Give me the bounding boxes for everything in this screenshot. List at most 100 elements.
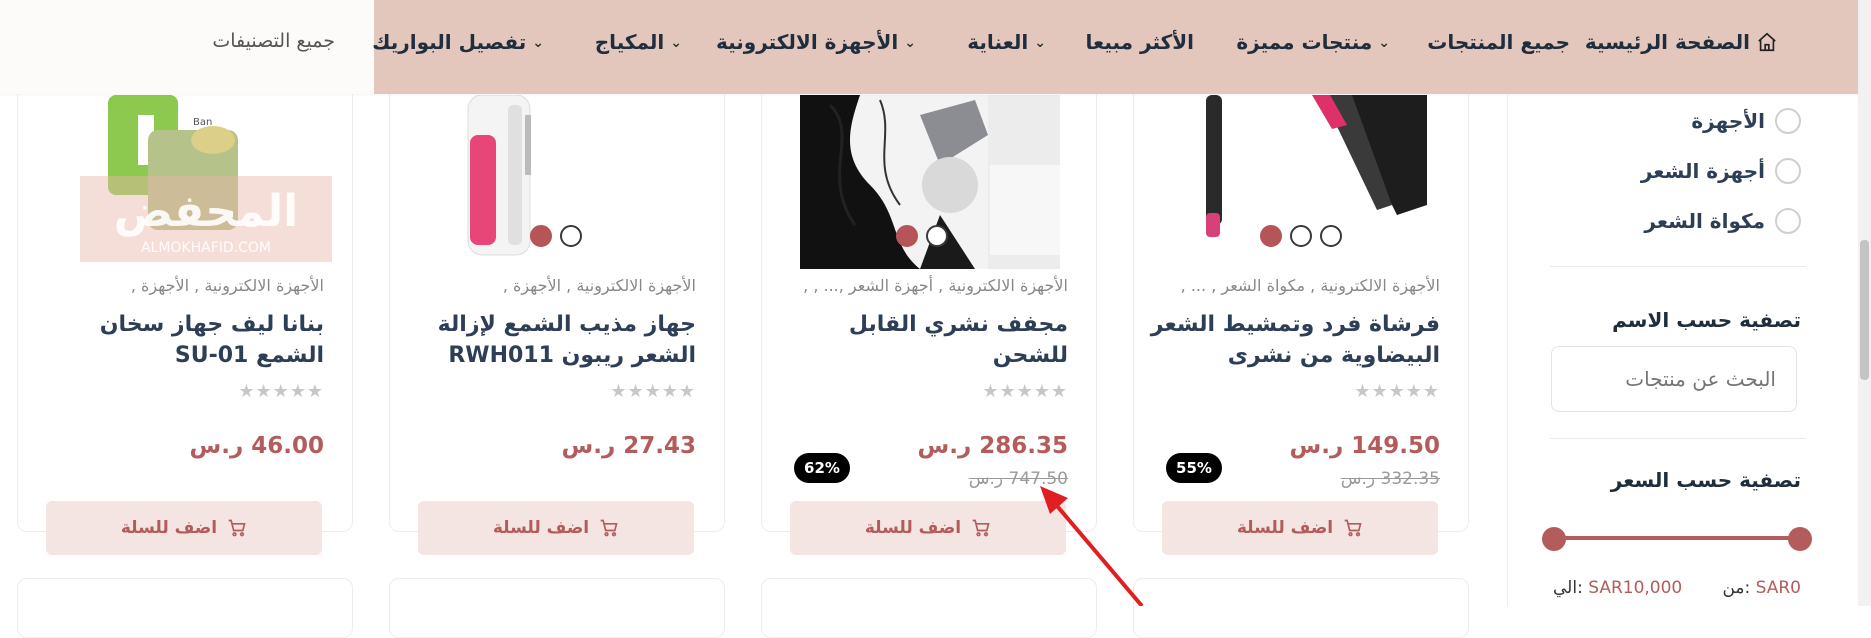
add-to-cart-label: اضف للسلة [120, 518, 218, 538]
filter-sidebar: الأجهزة أجهزة الشعر مكواة الشعر تصفية حس… [1507, 94, 1843, 606]
scrollbar-thumb[interactable] [1860, 240, 1869, 380]
color-swatch[interactable] [1320, 225, 1342, 247]
product-categories[interactable]: الأجهزة الالكترونية , أجهزة الشعر ,... ,… [803, 276, 1068, 295]
nav-featured[interactable]: منتجات مميزة ⌄ [1236, 30, 1390, 54]
product-categories[interactable]: الأجهزة الالكترونية , مكواة الشعر , ... … [1181, 276, 1440, 295]
filter-option-label: الأجهزة [1691, 109, 1765, 133]
product-categories[interactable]: الأجهزة الالكترونية , الأجهزة , [131, 276, 324, 295]
product-price: 286.35 ر.س [917, 433, 1069, 459]
radio-button[interactable] [1775, 208, 1801, 234]
nav-home[interactable]: الصفحة الرئيسية [1585, 30, 1778, 54]
product-card[interactable]: الأجهزة الالكترونية , الأجهزة , جهاز مذي… [389, 50, 725, 555]
svg-text:Ban: Ban [193, 117, 212, 128]
filter-option-devices[interactable]: الأجهزة [1691, 108, 1801, 134]
nav-home-label: الصفحة الرئيسية [1584, 30, 1750, 54]
color-swatch[interactable] [896, 225, 918, 247]
product-search-input[interactable] [1551, 346, 1797, 412]
nav-electronics[interactable]: الأجهزة الالكترونية ⌄ [716, 30, 916, 54]
product-card[interactable]: الأجهزة الالكترونية , أجهزة الشعر ,... ,… [761, 50, 1097, 555]
rating-stars: ★★★★★ [982, 381, 1068, 402]
nav-care[interactable]: العناية ⌄ [967, 30, 1046, 54]
filter-option-label: أجهزة الشعر [1640, 159, 1765, 183]
add-to-cart-label: اضف للسلة [1236, 518, 1334, 538]
price-to-label: الي: [1553, 578, 1583, 598]
color-swatch[interactable] [926, 225, 948, 247]
filter-by-price-heading: تصفية حسب السعر [1610, 468, 1801, 492]
cart-icon [972, 519, 990, 537]
filter-option-label: مكواة الشعر [1644, 209, 1765, 233]
cart-icon [600, 519, 618, 537]
cart-icon [1344, 519, 1362, 537]
product-price: 27.43 ر.س [561, 433, 697, 459]
top-navigation: جميع التصنيفات الصفحة الرئيسية جميع المن… [0, 0, 1858, 94]
rating-stars: ★★★★★ [610, 381, 696, 402]
nav-care-label: العناية [967, 30, 1029, 54]
divider [1550, 438, 1806, 439]
price-range-max-handle[interactable] [1788, 527, 1812, 551]
nav-best-selling[interactable]: الأكثر مبيعا [1086, 30, 1194, 54]
radio-button[interactable] [1775, 108, 1801, 134]
color-swatch[interactable] [530, 225, 552, 247]
add-to-cart-label: اضف للسلة [864, 518, 962, 538]
annotation-arrow-icon [1040, 486, 1144, 606]
svg-text:ALMOKHAFID.COM: ALMOKHAFID.COM [141, 240, 271, 256]
product-card-partial[interactable] [389, 578, 725, 638]
chevron-down-icon: ⌄ [532, 35, 544, 51]
nav-wig-detailing-label: تفصيل البواريك [372, 30, 527, 54]
home-icon [1758, 32, 1776, 52]
nav-all-products[interactable]: جميع المنتجات [1427, 30, 1570, 54]
nav-electronics-label: الأجهزة الالكترونية [715, 30, 899, 54]
add-to-cart-button[interactable]: اضف للسلة [790, 501, 1066, 555]
discount-badge: 55% [1166, 453, 1222, 483]
nav-wig-detailing[interactable]: تفصيل البواريك ⌄ [372, 30, 544, 54]
product-image[interactable] [1172, 95, 1430, 245]
price-to-value: SAR10,000 [1588, 578, 1683, 598]
price-from: من: SAR0 [1722, 578, 1801, 598]
add-to-cart-button[interactable]: اضف للسلة [46, 501, 322, 555]
product-card[interactable]: الأجهزة الالكترونية , مكواة الشعر , ... … [1133, 50, 1469, 555]
color-swatches [896, 225, 948, 247]
rating-stars: ★★★★★ [238, 381, 324, 402]
product-price: 149.50 ر.س [1289, 433, 1441, 459]
product-categories[interactable]: الأجهزة الالكترونية , الأجهزة , [503, 276, 696, 295]
divider [1550, 266, 1806, 267]
price-range-track[interactable] [1554, 536, 1800, 540]
product-old-price: 332.35 ر.س [1340, 469, 1440, 489]
add-to-cart-label: اضف للسلة [492, 518, 590, 538]
color-swatches [530, 225, 582, 247]
nav-featured-label: منتجات مميزة [1236, 30, 1373, 54]
product-title[interactable]: مجفف نشري القابل للشحن [778, 309, 1068, 371]
color-swatch[interactable] [1290, 225, 1312, 247]
nav-all-products-label: جميع المنتجات [1427, 30, 1570, 54]
nav-makeup[interactable]: المكياج ⌄ [595, 30, 682, 54]
chevron-down-icon: ⌄ [1034, 35, 1046, 51]
filter-option-hair-straightener[interactable]: مكواة الشعر [1644, 208, 1801, 234]
chevron-down-icon: ⌄ [1378, 35, 1390, 51]
watermark-logo: المحفض ALMOKHAFID.COM [80, 176, 332, 262]
product-title[interactable]: بنانا ليف جهاز سخان الشمع SU-01 [34, 309, 324, 371]
nav-all-categories[interactable]: جميع التصنيفات [212, 30, 335, 52]
add-to-cart-button[interactable]: اضف للسلة [418, 501, 694, 555]
price-range-min-handle[interactable] [1542, 527, 1566, 551]
product-card-partial[interactable] [17, 578, 353, 638]
discount-badge: 62% [794, 453, 850, 483]
filter-by-name-heading: تصفية حسب الاسم [1612, 308, 1801, 332]
color-swatches [1260, 225, 1342, 247]
cart-icon [228, 519, 246, 537]
price-to: الي: SAR10,000 [1553, 578, 1682, 598]
product-title[interactable]: فرشاة فرد وتمشيط الشعر البيضاوية من نشرى [1150, 309, 1440, 371]
filter-option-hair-devices[interactable]: أجهزة الشعر [1641, 158, 1801, 184]
product-card[interactable]: Ban المحفض ALMOKHAFID.COM الأجهزة الالكت… [17, 50, 353, 555]
product-price: 46.00 ر.س [189, 433, 325, 459]
nav-best-selling-label: الأكثر مبيعا [1085, 30, 1194, 54]
price-from-label: من: [1722, 578, 1751, 598]
page-scrollbar[interactable] [1858, 0, 1871, 606]
radio-button[interactable] [1775, 158, 1801, 184]
svg-text:المحفض: المحفض [114, 186, 299, 237]
add-to-cart-button[interactable]: اضف للسلة [1162, 501, 1438, 555]
color-swatch[interactable] [560, 225, 582, 247]
color-swatch[interactable] [1260, 225, 1282, 247]
product-title[interactable]: جهاز مذيب الشمع لإزالة الشعر ريبون RWH01… [406, 309, 696, 371]
rating-stars: ★★★★★ [1354, 381, 1440, 402]
product-card-partial[interactable] [1133, 578, 1469, 638]
